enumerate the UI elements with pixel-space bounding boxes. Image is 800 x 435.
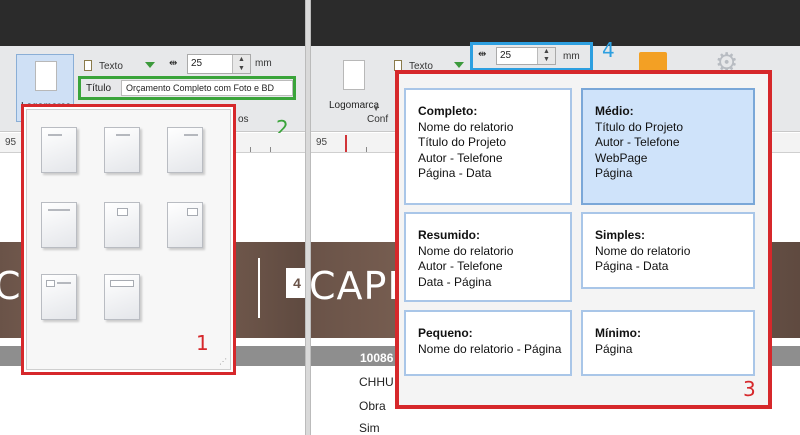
layout-option-4[interactable] — [41, 202, 77, 248]
titulo-field-highlight: Título Orçamento Completo com Foto e BD — [78, 76, 296, 100]
annotation-number-3: 3 — [743, 377, 756, 401]
layout-option-8[interactable] — [104, 274, 140, 320]
page-icon — [343, 60, 365, 90]
title-bar — [0, 0, 305, 46]
ribbon-group-label: os — [238, 114, 249, 125]
layout-option-5[interactable] — [104, 202, 140, 248]
option-line: Página — [595, 166, 633, 180]
option-title: Médio: — [595, 104, 634, 118]
logomarca-button[interactable]: Logomarca ▼ — [325, 54, 383, 122]
company-logo-icon: 4 — [286, 268, 305, 298]
header-option-pequeno[interactable]: Pequeno: Nome do relatorio - Página — [404, 310, 572, 376]
table-cell: CHHU — [359, 375, 394, 389]
header-style-dropdown-highlight: Completo: Nome do relatorio Título do Pr… — [395, 70, 772, 409]
size-unit: mm — [563, 51, 580, 62]
titulo-input[interactable]: Orçamento Completo com Foto e BD — [121, 80, 293, 96]
header-option-completo[interactable]: Completo: Nome do relatorio Título do Pr… — [404, 88, 572, 205]
chevron-down-icon[interactable] — [145, 62, 155, 68]
option-title: Pequeno: — [418, 326, 473, 340]
option-line: Autor - Telefone — [418, 150, 503, 165]
table-cell: 10086 — [360, 351, 394, 365]
ruler-margin-marker[interactable] — [345, 135, 347, 152]
layout-option-2[interactable] — [104, 127, 140, 173]
size-stepper[interactable]: 25 ▲ ▼ — [496, 47, 556, 65]
title-bar — [311, 0, 800, 46]
size-unit: mm — [255, 58, 272, 69]
ruler-tick — [250, 147, 251, 152]
stepper-arrows-icon[interactable]: ▲ ▼ — [537, 48, 555, 64]
option-line: Título do Projeto — [418, 135, 507, 149]
annotation-number-1: 1 — [196, 331, 209, 355]
ruler-number: 95 — [316, 137, 328, 148]
option-title: Completo: — [418, 104, 478, 118]
option-line: Página — [595, 341, 633, 356]
width-icon: ⇹ — [478, 49, 487, 60]
table-cell: Obra — [359, 399, 386, 413]
ribbon-group-label: Conf — [367, 114, 389, 125]
ruler-tick — [366, 147, 367, 152]
layout-option-7[interactable] — [41, 274, 77, 320]
stepper-arrows-icon[interactable]: ▲ ▼ — [232, 55, 250, 73]
layout-dropdown-highlight: ⋰ 1 — [21, 104, 236, 375]
option-line: Nome do relatorio - Página — [418, 341, 562, 356]
option-title: Simples: — [595, 228, 646, 242]
chevron-down-icon[interactable] — [454, 62, 464, 68]
ruler-number: 95 — [5, 137, 17, 148]
option-title: Mínimo: — [595, 326, 641, 340]
banner-divider — [258, 258, 260, 318]
ruler-tick — [270, 147, 271, 152]
size-value: 25 — [191, 58, 203, 69]
layout-option-3[interactable] — [167, 127, 203, 173]
layout-option-1[interactable] — [41, 127, 77, 173]
header-option-minimo[interactable]: Mínimo: Página — [581, 310, 755, 376]
banner-text: C — [0, 264, 22, 308]
annotation-number-4: 4 — [602, 38, 615, 62]
option-line: Nome do relatorio — [418, 119, 514, 134]
width-icon: ⇹ — [169, 58, 178, 69]
header-option-resumido[interactable]: Resumido: Nome do relatorio Autor - Tele… — [404, 212, 572, 302]
left-screenshot-panel: Logomarca ▼ Texto ⇹ 25 ▲▼ mm Título Orça… — [0, 0, 305, 435]
option-line: Nome do relatorio — [595, 243, 691, 258]
option-line: WebPage — [595, 150, 648, 165]
header-option-simples[interactable]: Simples: Nome do relatorio Página - Data — [581, 212, 755, 289]
option-line: Título do Projeto — [595, 119, 684, 134]
layout-option-6[interactable] — [167, 202, 203, 248]
resize-grip-icon[interactable]: ⋰ — [219, 357, 227, 366]
chevron-down-icon: ▼ — [372, 104, 380, 113]
size-stepper[interactable]: 25 ▲ ▼ — [187, 54, 251, 74]
size-field-highlight: ⇹ 25 ▲ ▼ mm — [470, 42, 593, 71]
option-line: Autor - Telefone — [595, 135, 680, 149]
header-option-medio[interactable]: Médio: Título do Projeto Autor - Telefon… — [581, 88, 755, 205]
option-line: Página - Data — [418, 166, 492, 180]
titulo-label: Título — [86, 83, 112, 94]
texto-label[interactable]: Texto — [99, 61, 123, 72]
size-value: 25 — [500, 50, 512, 61]
option-line: Nome do relatorio — [418, 243, 514, 258]
option-line: Autor - Telefone — [418, 259, 503, 273]
option-line: Página - Data — [595, 259, 669, 273]
text-doc-icon — [84, 60, 92, 71]
page-icon — [35, 61, 57, 91]
option-line: Data - Página — [418, 274, 492, 289]
option-title: Resumido: — [418, 228, 481, 242]
table-cell: Sim — [359, 421, 380, 435]
